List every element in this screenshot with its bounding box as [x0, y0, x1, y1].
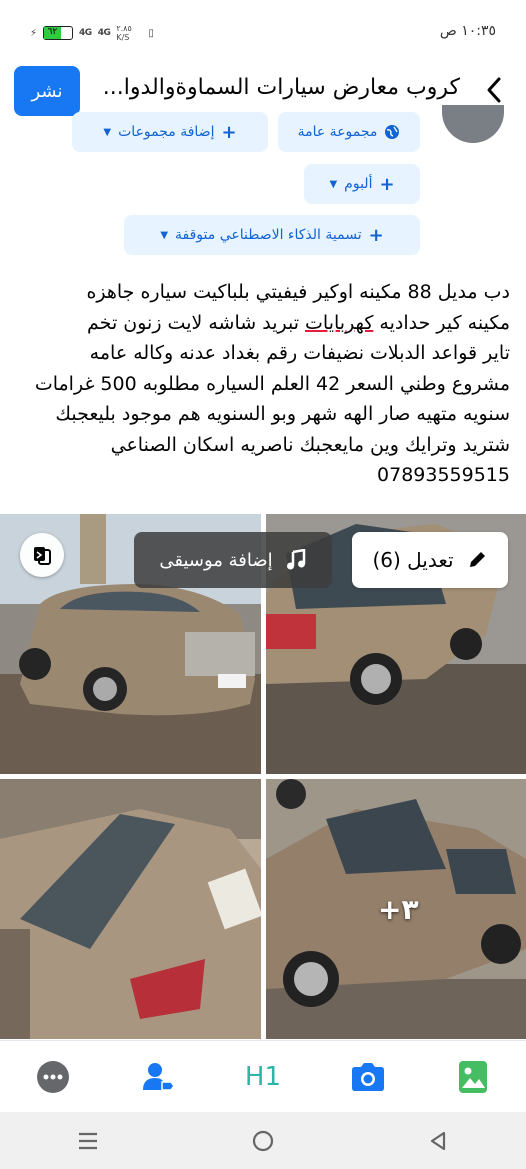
phone-number: 07893559515 [377, 464, 510, 486]
vibrate-icon: ▯ [148, 27, 154, 39]
album-label: ألبوم [344, 176, 373, 192]
more-horizontal-icon [36, 1060, 69, 1093]
back-triangle-icon [431, 1131, 446, 1150]
post-line: شتريد وترايك وين مايعجبك ناصريه اسكان ال… [110, 433, 510, 456]
album-chip[interactable]: + ألبوم ▼ [304, 164, 420, 204]
h1-label: H1 [244, 1061, 282, 1092]
camera-icon [352, 1062, 385, 1091]
ai-label-text: تسمية الذكاء الاصطناعي متوقفة [175, 227, 362, 243]
status-bar: ⚡ ٦٢ 4G 4G ٢.٨٥ K/S ▯ ١٠:٣٥ ص [0, 0, 526, 62]
camera-button[interactable] [338, 1047, 398, 1107]
more-photos-count[interactable]: +٣ [378, 893, 419, 926]
recents-icon [78, 1132, 97, 1149]
status-time: ١٠:٣٥ ص [439, 23, 496, 39]
signal-icon-1: 4G [79, 28, 92, 38]
swap-icon [34, 547, 51, 565]
photo-3[interactable] [0, 779, 261, 1039]
post-line: تبريد شاشه لايت زنون تخم [87, 311, 306, 334]
system-navigation-bar [0, 1112, 526, 1169]
chevron-left-icon [487, 77, 501, 103]
status-indicators: ⚡ ٦٢ 4G 4G ٢.٨٥ K/S ▯ [30, 24, 154, 42]
recents-button[interactable] [63, 1116, 113, 1166]
misspelled-word: كهربايات [305, 311, 374, 334]
more-options-button[interactable] [23, 1047, 83, 1107]
plus-icon: + [221, 121, 237, 143]
back-nav-button[interactable] [413, 1116, 463, 1166]
post-line: سنويه متهيه صار الهه شهر وبو السنويه هم … [55, 403, 510, 425]
signal-icon-2: 4G [97, 28, 111, 38]
tag-people-button[interactable] [128, 1047, 188, 1107]
add-music-label: إضافة موسيقى [159, 549, 273, 571]
edit-photos-label: تعديل (6) [372, 548, 454, 572]
back-button[interactable] [476, 72, 512, 108]
post-line: مشروع وطني السعر 42 العلم السياره مطلوبه… [34, 372, 510, 395]
caret-down-icon: ▼ [160, 229, 169, 241]
photo-icon [459, 1060, 488, 1093]
ai-label-chip[interactable]: + تسمية الذكاء الاصطناعي متوقفة ▼ [124, 215, 420, 255]
edit-photos-button[interactable]: تعديل (6) [352, 532, 508, 588]
pencil-icon [469, 552, 485, 567]
caret-down-icon: ▼ [103, 126, 112, 138]
audience-label: مجموعة عامة [297, 124, 378, 140]
globe-icon [385, 125, 400, 139]
home-button[interactable] [238, 1116, 288, 1166]
music-note-icon [286, 549, 305, 570]
tag-person-icon [142, 1062, 175, 1091]
caret-down-icon: ▼ [329, 178, 338, 190]
group-title: كروب معارض سيارات السماوةوالدوا... [102, 75, 460, 100]
add-groups-chip[interactable]: + إضافة مجموعات ▼ [72, 112, 268, 152]
publish-button[interactable]: نشر [14, 66, 80, 116]
add-groups-label: إضافة مجموعات [118, 124, 215, 140]
post-line: دب مديل 88 مكينه اوكير فيفيتي بلباكيت سي… [86, 281, 510, 303]
post-text-editor[interactable]: دب مديل 88 مكينه اوكير فيفيتي بلباكيت سي… [18, 277, 510, 491]
heading-button[interactable]: H1 [233, 1047, 293, 1107]
post-line: مكينه كير حداديه [373, 311, 510, 334]
battery-level: ٦٢ [44, 27, 61, 39]
swap-photos-button[interactable] [20, 533, 64, 577]
network-speed: ٢.٨٥ K/S [116, 24, 132, 42]
home-circle-icon [252, 1130, 274, 1151]
charging-icon: ⚡ [30, 27, 38, 39]
avatar [442, 105, 504, 143]
add-music-button[interactable]: إضافة موسيقى [134, 532, 332, 588]
plus-icon: + [379, 173, 395, 195]
photo-video-button[interactable] [443, 1047, 503, 1107]
composer-toolbar: H1 [0, 1040, 526, 1112]
audience-chip[interactable]: مجموعة عامة [278, 112, 420, 152]
post-line: تاير قواعد الدبلات نضيفات رقم بغداد عدنه… [89, 342, 510, 364]
battery-icon: ٦٢ [43, 26, 74, 40]
plus-icon: + [368, 224, 384, 246]
